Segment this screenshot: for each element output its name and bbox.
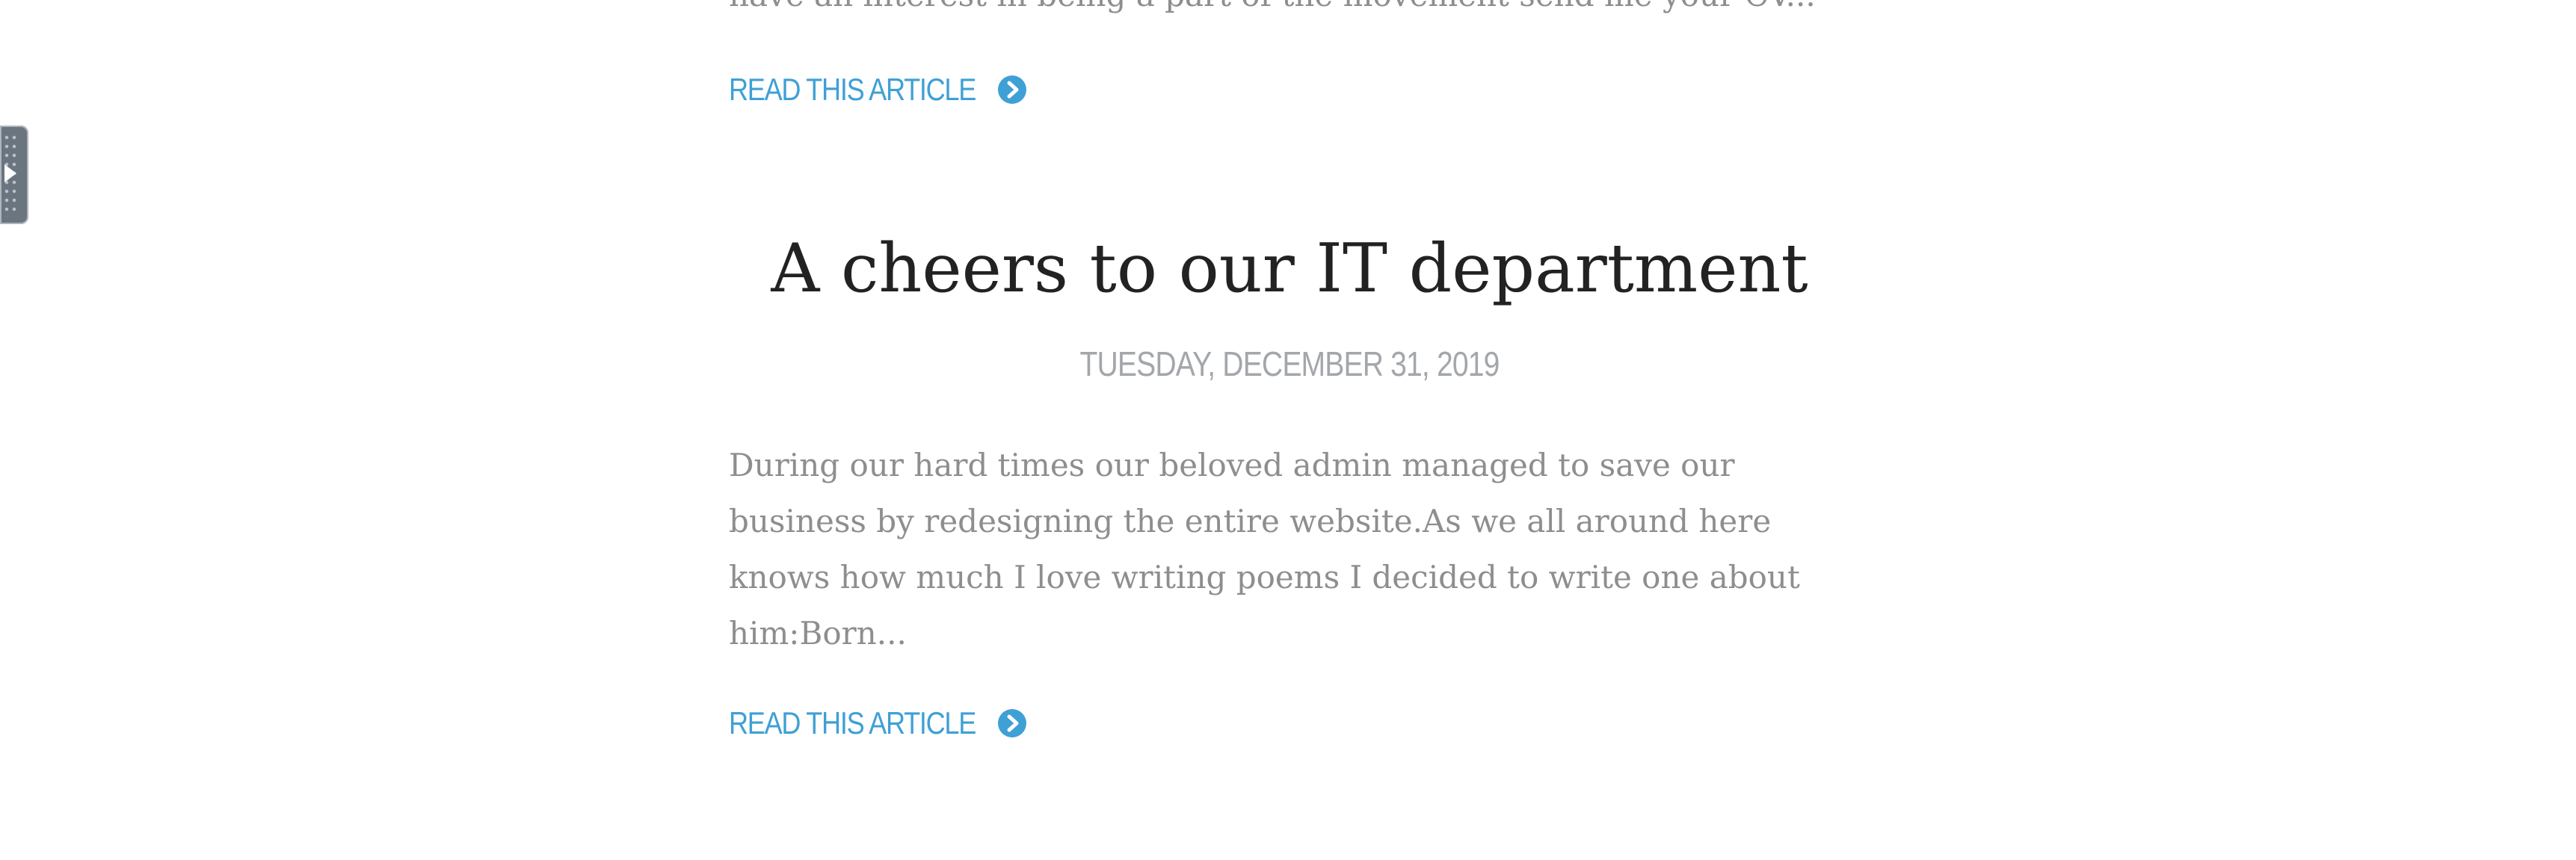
previous-article-excerpt: have an interest in being a part of the …	[729, 0, 1865, 24]
chevron-circle-right-icon	[997, 709, 1026, 737]
article-date-text: TUESDAY, DECEMBER 31, 2019	[1079, 344, 1500, 383]
chevron-circle-right-icon	[997, 75, 1026, 104]
article-title[interactable]: A cheers to our IT department	[729, 224, 1850, 314]
article-excerpt: During our hard times our beloved admin …	[729, 447, 1800, 652]
article-date: TUESDAY, DECEMBER 31, 2019	[729, 344, 1850, 384]
side-panel-toggle[interactable]	[0, 126, 28, 224]
play-arrow-icon	[4, 164, 16, 182]
previous-read-article-link[interactable]: READ THIS ARTICLE	[729, 72, 1028, 108]
read-article-label: READ THIS ARTICLE	[729, 72, 976, 107]
blog-page: have an interest in being a part of the …	[0, 0, 2576, 860]
read-article-label: READ THIS ARTICLE	[729, 705, 976, 740]
read-article-link[interactable]: READ THIS ARTICLE	[729, 705, 1028, 741]
